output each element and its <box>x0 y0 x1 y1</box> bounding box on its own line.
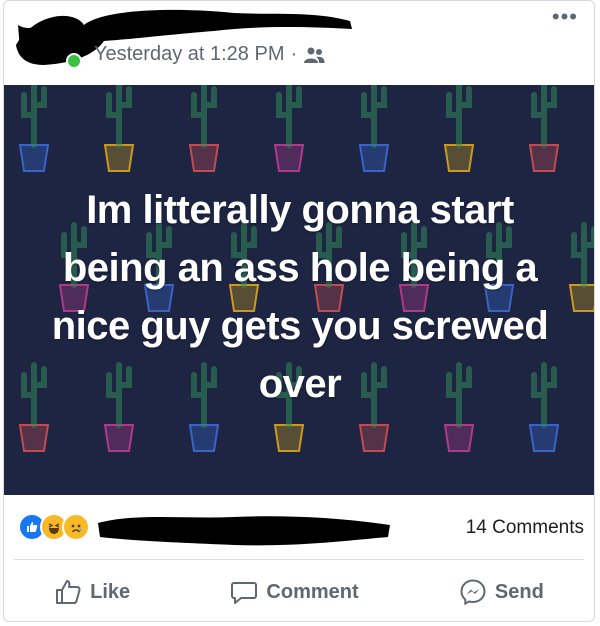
online-status-dot <box>66 53 82 69</box>
send-label[interactable]: Send <box>495 581 544 604</box>
send-button[interactable]: Send <box>459 578 544 606</box>
more-horizontal-icon[interactable]: ••• <box>552 4 578 29</box>
thumbs-up-icon <box>56 580 81 604</box>
comment-button[interactable]: Comment <box>230 578 359 606</box>
comments-count-link[interactable]: 14 Comments <box>466 517 584 539</box>
post-header: Yesterday at 1:28 PM · ••• <box>4 1 594 85</box>
redacted-reactor-names-scribble <box>98 516 390 546</box>
timestamp-separator: · <box>290 43 298 65</box>
like-label[interactable]: Like <box>90 581 130 604</box>
post-card: Yesterday at 1:28 PM · ••• Im litterally… <box>3 0 595 622</box>
messenger-icon <box>460 579 486 606</box>
post-background: Im litterally gonna start being an ass h… <box>4 85 594 495</box>
actions-divider <box>14 559 584 560</box>
sad-reaction-icon[interactable] <box>62 513 90 541</box>
reaction-icons[interactable] <box>18 513 90 541</box>
post-timestamp[interactable]: Yesterday at 1:28 PM · <box>94 43 325 66</box>
comment-bubble-icon <box>231 582 258 604</box>
post-text: Im litterally gonna start being an ass h… <box>51 188 549 406</box>
friends-icon <box>304 47 325 63</box>
comment-label[interactable]: Comment <box>266 581 358 604</box>
reactions-bar: 14 Comments <box>4 499 594 557</box>
more-options-button[interactable]: ••• <box>552 6 578 28</box>
post-actions-bar: Like Comment Send <box>4 561 594 621</box>
like-button[interactable]: Like <box>54 578 130 606</box>
timestamp-text[interactable]: Yesterday at 1:28 PM <box>94 43 285 66</box>
